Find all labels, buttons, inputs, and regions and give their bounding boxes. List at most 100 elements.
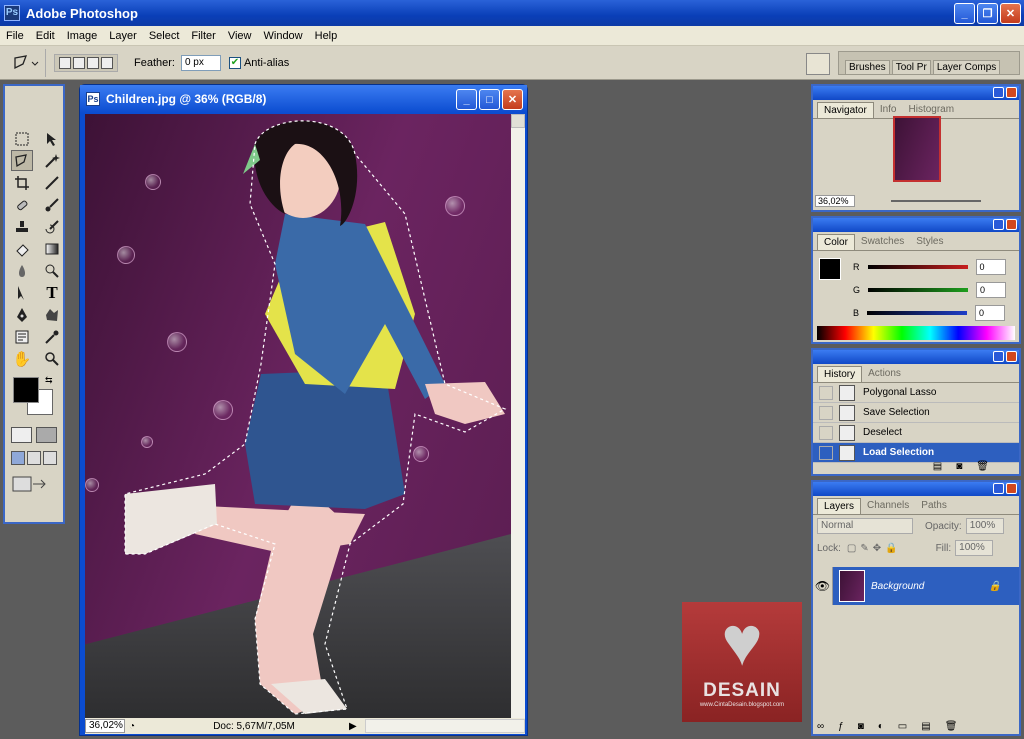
tab-history[interactable]: History: [817, 366, 863, 382]
document-titlebar[interactable]: Ps Children.jpg @ 36% (RGB/8) _ □ ✕: [80, 85, 527, 113]
history-snapshot-checkbox[interactable]: [819, 385, 833, 400]
eraser-tool-icon[interactable]: [11, 238, 33, 259]
menu-view[interactable]: View: [222, 30, 258, 42]
dodge-tool-icon[interactable]: [41, 260, 63, 281]
layer-mask-icon[interactable]: ◙: [858, 721, 864, 732]
restore-button[interactable]: ❐: [977, 3, 998, 24]
trash-icon[interactable]: 🗑: [976, 461, 989, 472]
subtract-selection-icon[interactable]: [87, 56, 99, 69]
tab-styles[interactable]: Styles: [910, 234, 949, 250]
screen-mode-full-icon[interactable]: [43, 451, 57, 465]
hand-tool-icon[interactable]: ✋: [11, 348, 33, 369]
delete-layer-icon[interactable]: 🗑: [945, 721, 958, 732]
navigator-zoom-field[interactable]: 36,02%: [815, 195, 855, 207]
fill-field[interactable]: 100%: [955, 540, 994, 556]
menu-select[interactable]: Select: [143, 30, 186, 42]
tab-paths[interactable]: Paths: [915, 498, 953, 514]
quick-mask-icon[interactable]: [36, 427, 57, 443]
tab-actions[interactable]: Actions: [862, 366, 907, 382]
blue-slider[interactable]: [867, 310, 968, 315]
history-snapshot-checkbox[interactable]: [819, 445, 833, 460]
vertical-scrollbar[interactable]: [511, 114, 525, 718]
zoom-field[interactable]: 36,02%: [85, 719, 125, 733]
tab-layers[interactable]: Layers: [817, 498, 862, 514]
new-selection-icon[interactable]: [59, 56, 71, 69]
gradient-tool-icon[interactable]: [41, 238, 63, 259]
image-canvas[interactable]: [85, 114, 511, 718]
status-arrow-icon[interactable]: ▶: [349, 721, 357, 732]
panel-minimize-icon[interactable]: [993, 351, 1004, 362]
screen-mode-standard-icon[interactable]: [11, 451, 25, 465]
foreground-color-swatch[interactable]: [13, 377, 39, 403]
scroll-up-arrow[interactable]: [511, 114, 525, 128]
history-item[interactable]: Deselect: [813, 423, 1019, 443]
minimize-button[interactable]: _: [954, 3, 975, 24]
red-value[interactable]: 0: [975, 258, 1006, 275]
swap-colors-icon[interactable]: ⇆: [45, 375, 53, 386]
history-item-active[interactable]: Load Selection: [813, 443, 1019, 463]
crop-tool-icon[interactable]: [11, 172, 33, 193]
panel-close-icon[interactable]: [1006, 87, 1017, 98]
slice-tool-icon[interactable]: [41, 172, 63, 193]
opacity-field[interactable]: 100%: [965, 518, 1004, 534]
feather-input[interactable]: 0 px: [180, 54, 221, 71]
blend-mode-select[interactable]: Normal: [817, 518, 913, 534]
new-layer-icon[interactable]: ▤: [921, 721, 930, 732]
magic-wand-tool-icon[interactable]: [41, 150, 63, 171]
notes-tool-icon[interactable]: [11, 326, 33, 347]
doc-maximize-button[interactable]: □: [479, 89, 500, 110]
blue-value[interactable]: 0: [975, 304, 1006, 321]
layer-background[interactable]: 👁 Background 🔒: [813, 567, 1019, 605]
navigator-thumbnail[interactable]: [893, 116, 941, 182]
new-snapshot-icon[interactable]: ◙: [956, 461, 962, 472]
standard-mode-icon[interactable]: [11, 427, 32, 443]
history-brush-tool-icon[interactable]: [41, 216, 63, 237]
file-browser-icon[interactable]: [806, 53, 830, 75]
history-item[interactable]: Save Selection: [813, 403, 1019, 423]
menu-help[interactable]: Help: [309, 30, 344, 42]
path-selection-tool-icon[interactable]: [11, 282, 33, 303]
new-document-icon[interactable]: ▤: [933, 461, 942, 472]
selection-mode-buttons[interactable]: [54, 53, 118, 72]
zoom-tool-icon[interactable]: [41, 348, 63, 369]
history-item[interactable]: Polygonal Lasso: [813, 383, 1019, 403]
horizontal-scrollbar[interactable]: [364, 719, 525, 733]
antialias-checkbox[interactable]: ✔: [228, 56, 241, 69]
green-slider[interactable]: [868, 287, 969, 292]
lock-icons[interactable]: ▢✎✥🔒: [847, 543, 902, 554]
adjustment-layer-icon[interactable]: ◐: [878, 721, 884, 732]
tab-swatches[interactable]: Swatches: [855, 234, 910, 250]
intersect-selection-icon[interactable]: [101, 56, 113, 69]
clone-stamp-tool-icon[interactable]: [11, 216, 33, 237]
lasso-tool-icon[interactable]: [11, 150, 33, 171]
marquee-tool-icon[interactable]: [11, 128, 33, 149]
tool-preset-picker[interactable]: [6, 48, 46, 77]
menu-filter[interactable]: Filter: [185, 30, 221, 42]
screen-mode-menu-icon[interactable]: [27, 451, 41, 465]
doc-close-button[interactable]: ✕: [502, 89, 523, 110]
menu-window[interactable]: Window: [258, 30, 309, 42]
pen-tool-icon[interactable]: [11, 304, 33, 325]
color-ramp[interactable]: [817, 326, 1015, 340]
eyedropper-tool-icon[interactable]: [41, 326, 63, 347]
move-tool-icon[interactable]: [41, 128, 63, 149]
panel-close-icon[interactable]: [1006, 483, 1017, 494]
panel-close-icon[interactable]: [1006, 219, 1017, 230]
tab-color[interactable]: Color: [817, 234, 855, 250]
link-layers-icon[interactable]: ∞: [817, 721, 824, 732]
type-tool-icon[interactable]: T: [41, 282, 63, 303]
menu-edit[interactable]: Edit: [30, 30, 61, 42]
jump-to-imageready-icon[interactable]: [5, 469, 63, 502]
tab-navigator[interactable]: Navigator: [817, 102, 874, 118]
panel-minimize-icon[interactable]: [993, 219, 1004, 230]
well-tab-tool-presets[interactable]: Tool Pr: [891, 60, 931, 74]
navigator-zoom-slider[interactable]: [891, 200, 981, 202]
color-foreground-swatch[interactable]: [819, 258, 841, 280]
red-slider[interactable]: [867, 264, 968, 269]
history-snapshot-checkbox[interactable]: [819, 405, 833, 420]
menu-layer[interactable]: Layer: [103, 30, 143, 42]
layer-style-icon[interactable]: ƒ: [838, 721, 844, 732]
history-snapshot-checkbox[interactable]: [819, 425, 833, 440]
status-menu-icon[interactable]: ◔: [129, 721, 135, 732]
menu-image[interactable]: Image: [61, 30, 104, 42]
